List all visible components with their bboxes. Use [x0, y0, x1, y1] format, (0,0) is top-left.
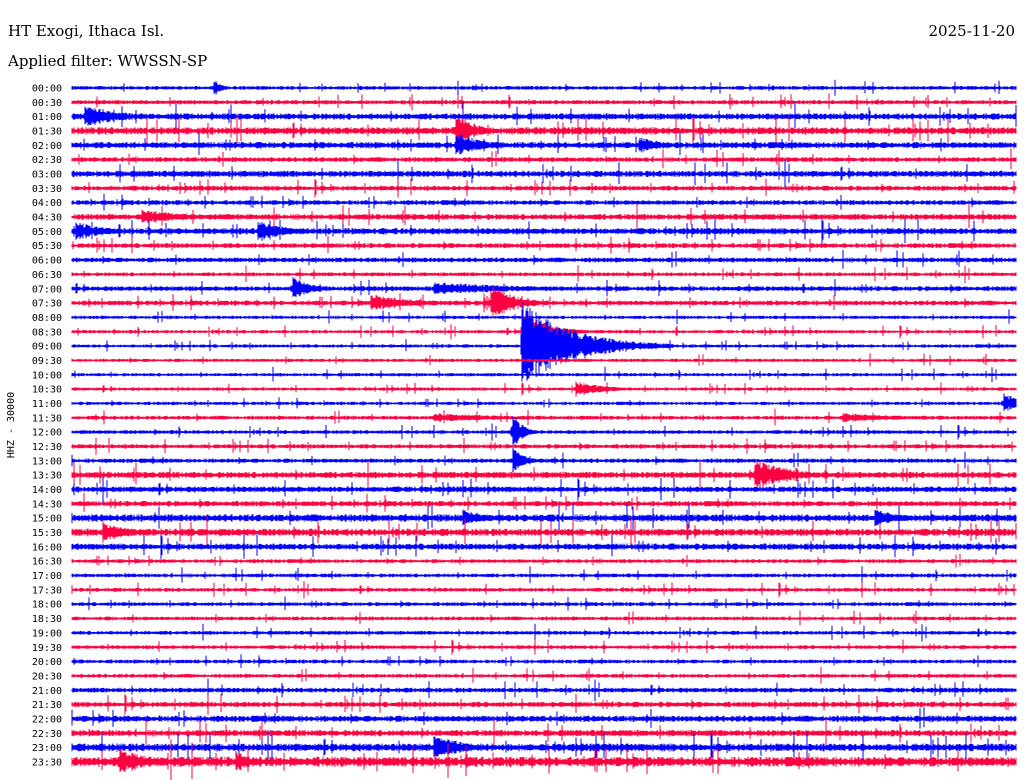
trace-row-1730	[71, 581, 1017, 599]
trace-row-0000	[71, 79, 1017, 96]
trace-row-0500	[71, 218, 1017, 244]
row-time-label: 22:00	[32, 714, 62, 725]
row-time-label: 20:00	[32, 657, 62, 668]
row-time-label: 15:30	[32, 528, 62, 539]
row-time-label: 21:00	[32, 686, 62, 697]
row-time-label: 06:00	[32, 256, 62, 267]
trace-row-2000	[71, 654, 1017, 668]
row-time-label: 09:30	[32, 356, 62, 367]
row-time-label: 03:30	[32, 184, 62, 195]
trace-row-1330	[71, 460, 1017, 489]
trace-row-1630	[71, 554, 1017, 568]
trace-row-0730	[71, 286, 1017, 317]
row-time-label: 16:00	[32, 542, 62, 553]
trace-row-2130	[71, 694, 1017, 715]
trace-row-1700	[71, 566, 1017, 584]
row-time-label: 12:00	[32, 428, 62, 439]
trace-row-1030	[71, 381, 1017, 397]
trace-row-1300	[71, 447, 1017, 472]
trace-row-1100	[71, 393, 1017, 411]
row-time-label: 08:30	[32, 327, 62, 338]
row-time-label: 10:30	[32, 385, 62, 396]
row-time-label: 14:30	[32, 499, 62, 510]
row-time-label: 07:30	[32, 299, 62, 310]
row-time-label: 20:30	[32, 671, 62, 682]
row-time-label: 03:00	[32, 170, 62, 181]
trace-row-2100	[71, 678, 1017, 701]
row-time-label: 17:30	[32, 585, 62, 596]
trace-row-1500	[71, 502, 1017, 532]
row-time-label: 00:30	[32, 98, 62, 109]
row-time-label: 23:00	[32, 743, 62, 754]
row-time-label: 14:00	[32, 485, 62, 496]
row-time-label: 16:30	[32, 557, 62, 568]
row-time-label: 13:00	[32, 456, 62, 467]
trace-row-2230	[71, 718, 1017, 746]
row-time-label: 04:30	[32, 213, 62, 224]
trace-row-1400	[71, 476, 1017, 503]
trace-row-0600	[71, 249, 1017, 269]
row-time-label: 10:00	[32, 370, 62, 381]
trace-row-0430	[71, 203, 1017, 229]
row-time-label: 07:00	[32, 284, 62, 295]
row-time-label: 12:30	[32, 442, 62, 453]
trace-row-0400	[71, 193, 1017, 211]
row-time-label: 05:00	[32, 227, 62, 238]
y-axis-label: HHZ - 30000	[6, 392, 17, 458]
trace-row-1900	[71, 623, 1017, 642]
trace-row-1230	[71, 437, 1017, 455]
row-time-label: 08:00	[32, 313, 62, 324]
helicorder-plot: HT Exogi, Ithaca Isl. 2025-11-20 Applied…	[6, 22, 1017, 780]
station-title: HT Exogi, Ithaca Isl.	[8, 22, 164, 40]
trace-row-0330	[71, 178, 1017, 198]
trace-row-0300	[71, 159, 1017, 188]
row-time-label: 02:00	[32, 141, 62, 152]
row-time-label: 11:00	[32, 399, 62, 410]
row-time-label: 15:00	[32, 514, 62, 525]
trace-row-1830	[71, 610, 1017, 626]
trace-row-1200	[71, 416, 1017, 445]
trace-row-0100	[71, 101, 1017, 129]
trace-row-0030	[71, 93, 1017, 111]
trace-row-0700	[71, 277, 1017, 297]
row-time-label: 18:00	[32, 600, 62, 611]
trace-row-1530	[71, 515, 1017, 549]
trace-row-0630	[71, 265, 1017, 283]
trace-row-1430	[71, 493, 1017, 513]
date-label: 2025-11-20	[929, 22, 1015, 40]
row-time-label: 21:30	[32, 700, 62, 711]
row-time-label: 11:30	[32, 413, 62, 424]
trace-row-0900	[71, 302, 1017, 382]
trace-row-0200	[71, 132, 1017, 156]
trace-row-0800	[71, 309, 1017, 325]
row-time-label: 00:00	[32, 84, 62, 95]
row-time-label: 05:30	[32, 241, 62, 252]
trace-row-1130	[71, 408, 1017, 426]
row-time-label: 17:00	[32, 571, 62, 582]
row-time-label: 22:30	[32, 729, 62, 740]
row-time-label: 18:30	[32, 614, 62, 625]
row-time-label: 19:30	[32, 643, 62, 654]
row-time-label: 06:30	[32, 270, 62, 281]
row-time-label: 04:00	[32, 198, 62, 209]
trace-row-1800	[71, 596, 1017, 611]
row-time-label: 01:00	[32, 112, 62, 123]
trace-row-1600	[71, 534, 1017, 559]
trace-row-2200	[71, 707, 1017, 729]
filter-label: Applied filter: WWSSN-SP	[7, 52, 207, 70]
row-time-label: 09:00	[32, 342, 62, 353]
row-time-label: 13:30	[32, 471, 62, 482]
row-time-label: 02:30	[32, 155, 62, 166]
row-time-label: 19:00	[32, 628, 62, 639]
row-time-label: 01:30	[32, 127, 62, 138]
trace-row-0530	[71, 236, 1017, 254]
row-time-label: 23:30	[32, 757, 62, 768]
trace-row-0230	[71, 148, 1017, 170]
trace-row-1000	[71, 366, 1017, 383]
trace-row-2030	[71, 666, 1017, 684]
trace-row-1930	[71, 639, 1017, 655]
